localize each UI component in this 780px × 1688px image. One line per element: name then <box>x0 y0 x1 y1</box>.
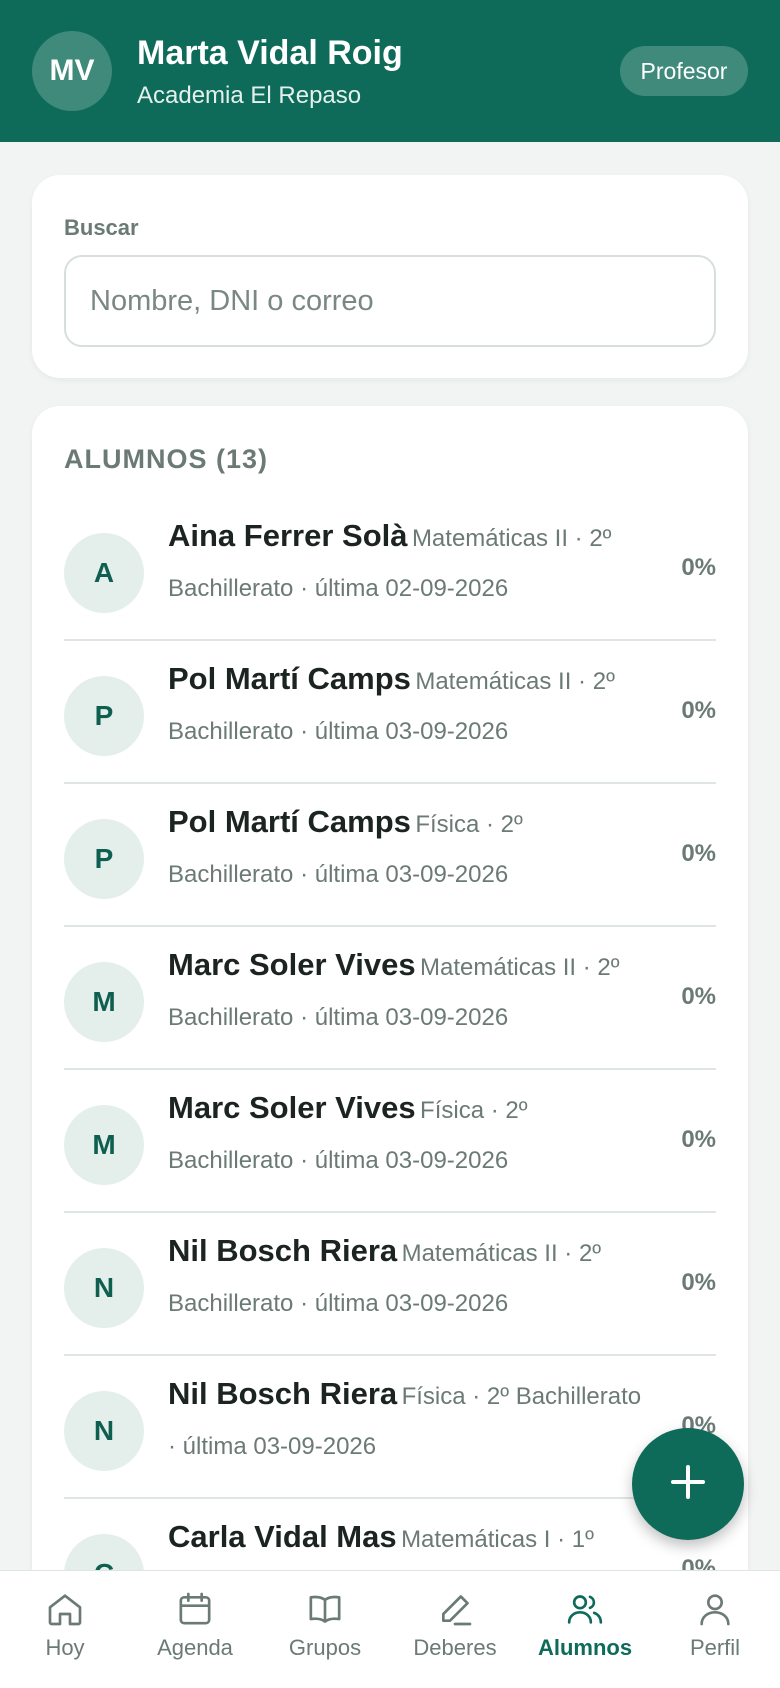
nav-label: Hoy <box>45 1635 85 1660</box>
student-avatar: P <box>64 676 144 756</box>
nav-item-alumnos[interactable]: Alumnos <box>520 1571 650 1688</box>
student-name: Aina Ferrer Solà <box>168 518 408 553</box>
student-info: Marc Soler Vives Física · 2º Bachillerat… <box>168 1084 648 1187</box>
user-avatar[interactable]: MV <box>32 31 112 111</box>
student-name: Nil Bosch Riera <box>168 1233 398 1268</box>
nav-label: Grupos <box>288 1635 362 1660</box>
students-title: ALUMNOS (13) <box>64 444 269 474</box>
nav-item-grupos[interactable]: Grupos <box>260 1571 390 1688</box>
student-list: A Aina Ferrer Solà Matemáticas II · 2º Ba… <box>64 498 716 1642</box>
user-icon <box>695 1589 735 1629</box>
nav-item-agenda[interactable]: Agenda <box>130 1571 260 1688</box>
bottom-nav: Hoy Agenda Grupos Deberes Alumnos Perfil <box>0 1570 780 1688</box>
student-info: Nil Bosch Riera Matemáticas II · 2º Bach… <box>168 1227 648 1330</box>
student-progress: 0% <box>681 554 716 581</box>
student-avatar: N <box>64 1248 144 1328</box>
student-avatar: P <box>64 819 144 899</box>
student-info: Aina Ferrer Solà Matemáticas II · 2º Bac… <box>168 512 648 615</box>
student-progress: 0% <box>681 983 716 1010</box>
student-info: Marc Soler Vives Matemáticas II · 2º Bac… <box>168 941 648 1044</box>
student-progress: 0% <box>681 1126 716 1153</box>
student-name: Carla Vidal Mas <box>168 1519 397 1554</box>
user-name: Marta Vidal Roig <box>137 34 403 72</box>
home-icon <box>45 1589 85 1629</box>
student-info: Pol Martí Camps Matemáticas II · 2º Bach… <box>168 655 648 758</box>
nav-label: Deberes <box>413 1635 497 1660</box>
plus-icon <box>668 1462 708 1507</box>
app-header: MV Marta Vidal Roig Academia El Repaso P… <box>0 0 780 142</box>
role-badge: Profesor <box>620 46 748 96</box>
student-row[interactable]: P Pol Martí Camps Física · 2º Bachillerat… <box>64 784 716 927</box>
search-input[interactable] <box>64 255 716 347</box>
search-label: Buscar <box>64 215 139 240</box>
add-student-button[interactable] <box>632 1428 744 1540</box>
student-row[interactable]: A Aina Ferrer Solà Matemáticas II · 2º Ba… <box>64 498 716 641</box>
student-row[interactable]: M Marc Soler Vives Matemáticas II · 2º Ba… <box>64 927 716 1070</box>
student-progress: 0% <box>681 697 716 724</box>
nav-label: Perfil <box>689 1635 741 1660</box>
users-icon <box>565 1589 605 1629</box>
student-name: Marc Soler Vives <box>168 947 416 982</box>
search-card: Buscar <box>32 175 748 378</box>
nav-item-perfil[interactable]: Perfil <box>650 1571 780 1688</box>
student-row[interactable]: M Marc Soler Vives Física · 2º Bachillera… <box>64 1070 716 1213</box>
nav-item-hoy[interactable]: Hoy <box>0 1571 130 1688</box>
book-icon <box>305 1589 345 1629</box>
student-row[interactable]: N Nil Bosch Riera Física · 2º Bachillerat… <box>64 1356 716 1499</box>
student-row[interactable]: N Nil Bosch Riera Matemáticas II · 2º Bac… <box>64 1213 716 1356</box>
student-name: Marc Soler Vives <box>168 1090 416 1125</box>
nav-item-deberes[interactable]: Deberes <box>390 1571 520 1688</box>
student-progress: 0% <box>681 840 716 867</box>
student-info: Pol Martí Camps Física · 2º Bachillerato… <box>168 798 648 901</box>
student-avatar: M <box>64 1105 144 1185</box>
student-name: Nil Bosch Riera <box>168 1376 398 1411</box>
student-info: Nil Bosch Riera Física · 2º Bachillerato… <box>168 1370 648 1473</box>
student-avatar: M <box>64 962 144 1042</box>
pencil-icon <box>435 1589 475 1629</box>
calendar-icon <box>175 1589 215 1629</box>
student-row[interactable]: P Pol Martí Camps Matemáticas II · 2º Bac… <box>64 641 716 784</box>
student-avatar: A <box>64 533 144 613</box>
student-name: Pol Martí Camps <box>168 661 411 696</box>
student-name: Pol Martí Camps <box>168 804 411 839</box>
nav-label: Agenda <box>157 1635 233 1660</box>
nav-label: Alumnos <box>537 1635 633 1660</box>
student-progress: 0% <box>681 1269 716 1296</box>
student-avatar: N <box>64 1391 144 1471</box>
organization-name: Academia El Repaso <box>137 82 362 109</box>
